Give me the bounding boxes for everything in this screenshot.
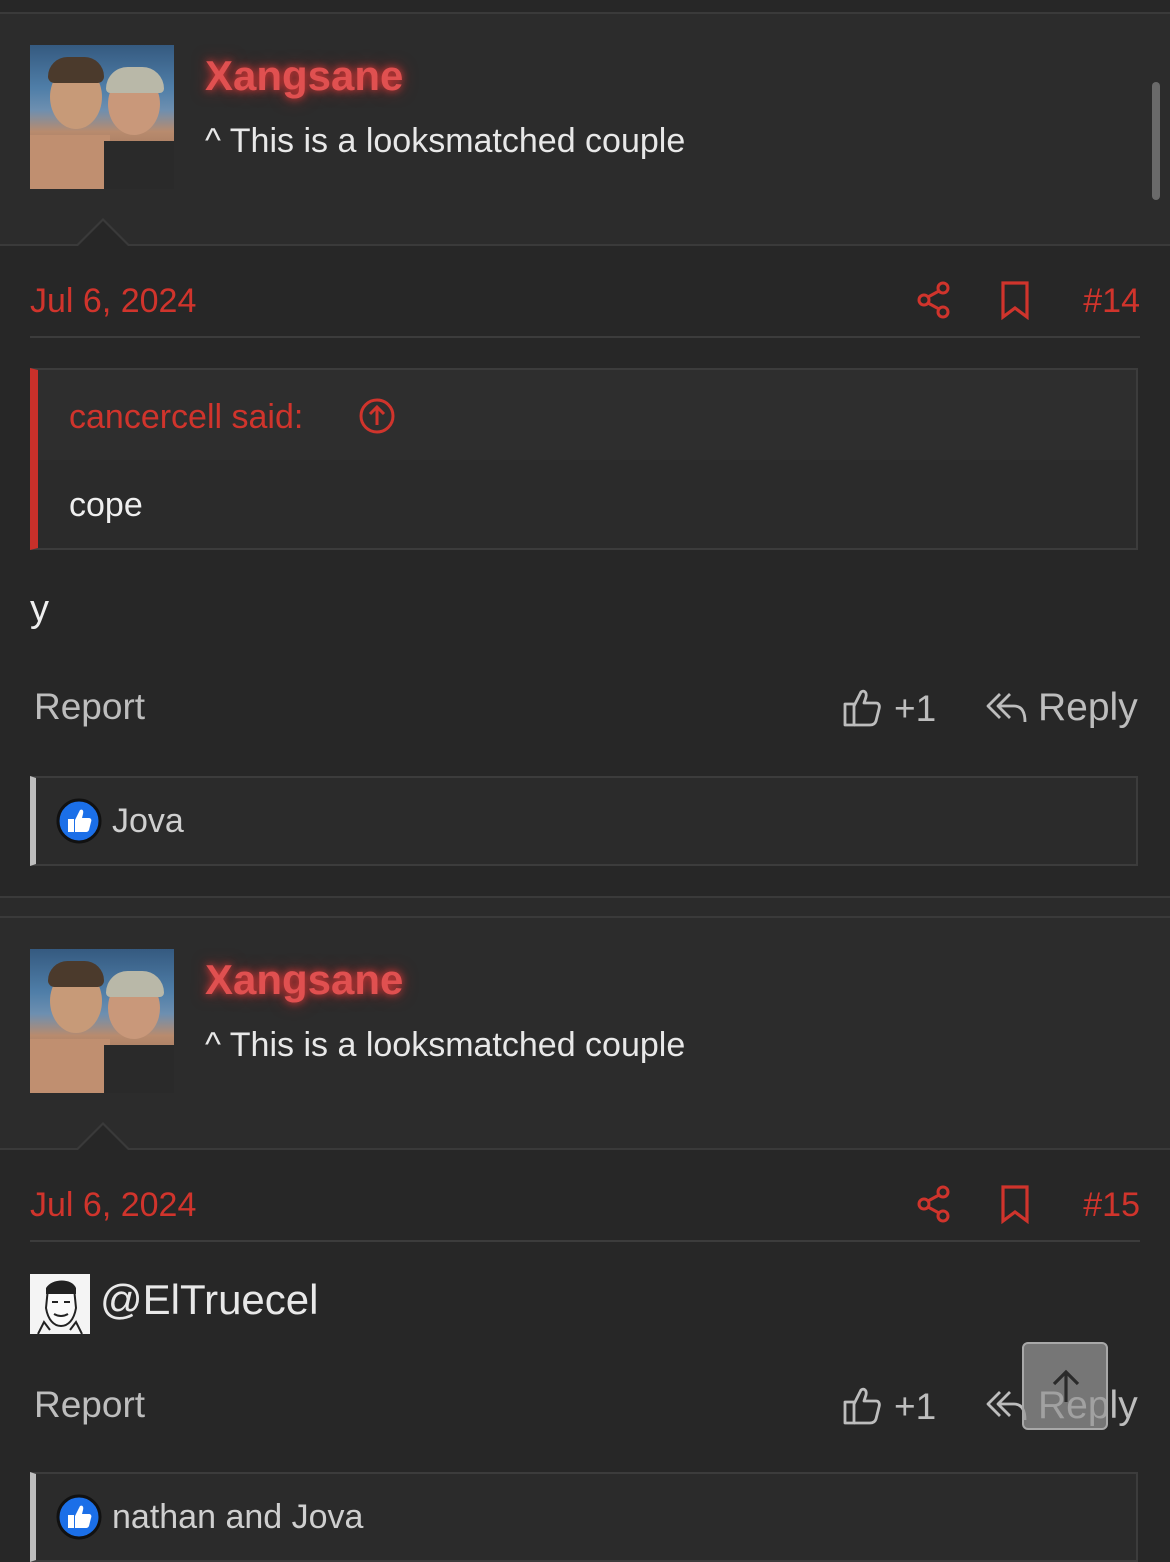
- mention-avatar: [30, 1274, 90, 1334]
- post-14: Xangsane ^ This is a looksmatched couple…: [0, 14, 1170, 894]
- mention-avatar-face-icon: [30, 1274, 90, 1334]
- scrollbar-thumb[interactable]: [1152, 82, 1160, 200]
- post-divider: [0, 896, 1170, 918]
- bookmark-icon[interactable]: [998, 280, 1032, 320]
- user-avatar[interactable]: [30, 949, 174, 1093]
- reply-button[interactable]: Reply: [1038, 686, 1138, 730]
- quote-text: cope: [69, 486, 143, 524]
- user-pointer-arrow: [76, 218, 130, 246]
- post-actions: Report +1 Reply: [34, 1384, 1138, 1434]
- like-reaction-icon: [56, 798, 102, 844]
- share-icon[interactable]: [916, 280, 952, 320]
- share-icon[interactable]: [916, 1184, 952, 1224]
- reactions-bar[interactable]: nathan and Jova: [30, 1472, 1138, 1562]
- post-meta: Jul 6, 2024 #15: [30, 1184, 1140, 1242]
- username-link[interactable]: Xangsane: [205, 52, 403, 100]
- reaction-users-link[interactable]: Jova: [112, 802, 184, 841]
- thumbs-up-icon[interactable]: [842, 1384, 882, 1426]
- like-reaction-icon: [56, 1494, 102, 1540]
- user-pointer-arrow: [76, 1122, 130, 1150]
- scroll-to-top-button[interactable]: [1022, 1342, 1108, 1430]
- user-title: ^ This is a looksmatched couple: [205, 122, 686, 160]
- arrow-up-icon: [1052, 1369, 1080, 1402]
- post-number-link[interactable]: #14: [1083, 282, 1140, 321]
- user-mention-link[interactable]: @ElTruecel: [100, 1276, 318, 1324]
- post-date[interactable]: Jul 6, 2024: [30, 282, 196, 321]
- reply-arrow-icon[interactable]: [986, 690, 1028, 726]
- post-meta: Jul 6, 2024 #14: [30, 280, 1140, 338]
- reactions-bar[interactable]: Jova: [30, 776, 1138, 866]
- like-count[interactable]: +1: [894, 688, 936, 730]
- user-header: Xangsane ^ This is a looksmatched couple: [0, 918, 1170, 1150]
- quote-author-link[interactable]: cancercell said:: [69, 398, 303, 437]
- report-link[interactable]: Report: [34, 1384, 145, 1426]
- post-number-link[interactable]: #15: [1083, 1186, 1140, 1225]
- user-title: ^ This is a looksmatched couple: [205, 1026, 686, 1064]
- quote-block: cancercell said: cope: [30, 368, 1138, 550]
- user-avatar[interactable]: [30, 45, 174, 189]
- like-count[interactable]: +1: [894, 1386, 936, 1428]
- arrow-up-circle-icon[interactable]: [357, 396, 397, 436]
- post-actions: Report +1 Reply: [34, 686, 1138, 736]
- post-date[interactable]: Jul 6, 2024: [30, 1186, 196, 1225]
- bookmark-icon[interactable]: [998, 1184, 1032, 1224]
- report-link[interactable]: Report: [34, 686, 145, 728]
- post-15: Xangsane ^ This is a looksmatched couple…: [0, 918, 1170, 1562]
- username-link[interactable]: Xangsane: [205, 956, 403, 1004]
- post-message: y: [30, 588, 49, 630]
- thumbs-up-icon[interactable]: [842, 686, 882, 728]
- quote-header: cancercell said:: [38, 370, 1136, 460]
- user-header: Xangsane ^ This is a looksmatched couple: [0, 14, 1170, 246]
- reaction-users-link[interactable]: nathan and Jova: [112, 1498, 363, 1537]
